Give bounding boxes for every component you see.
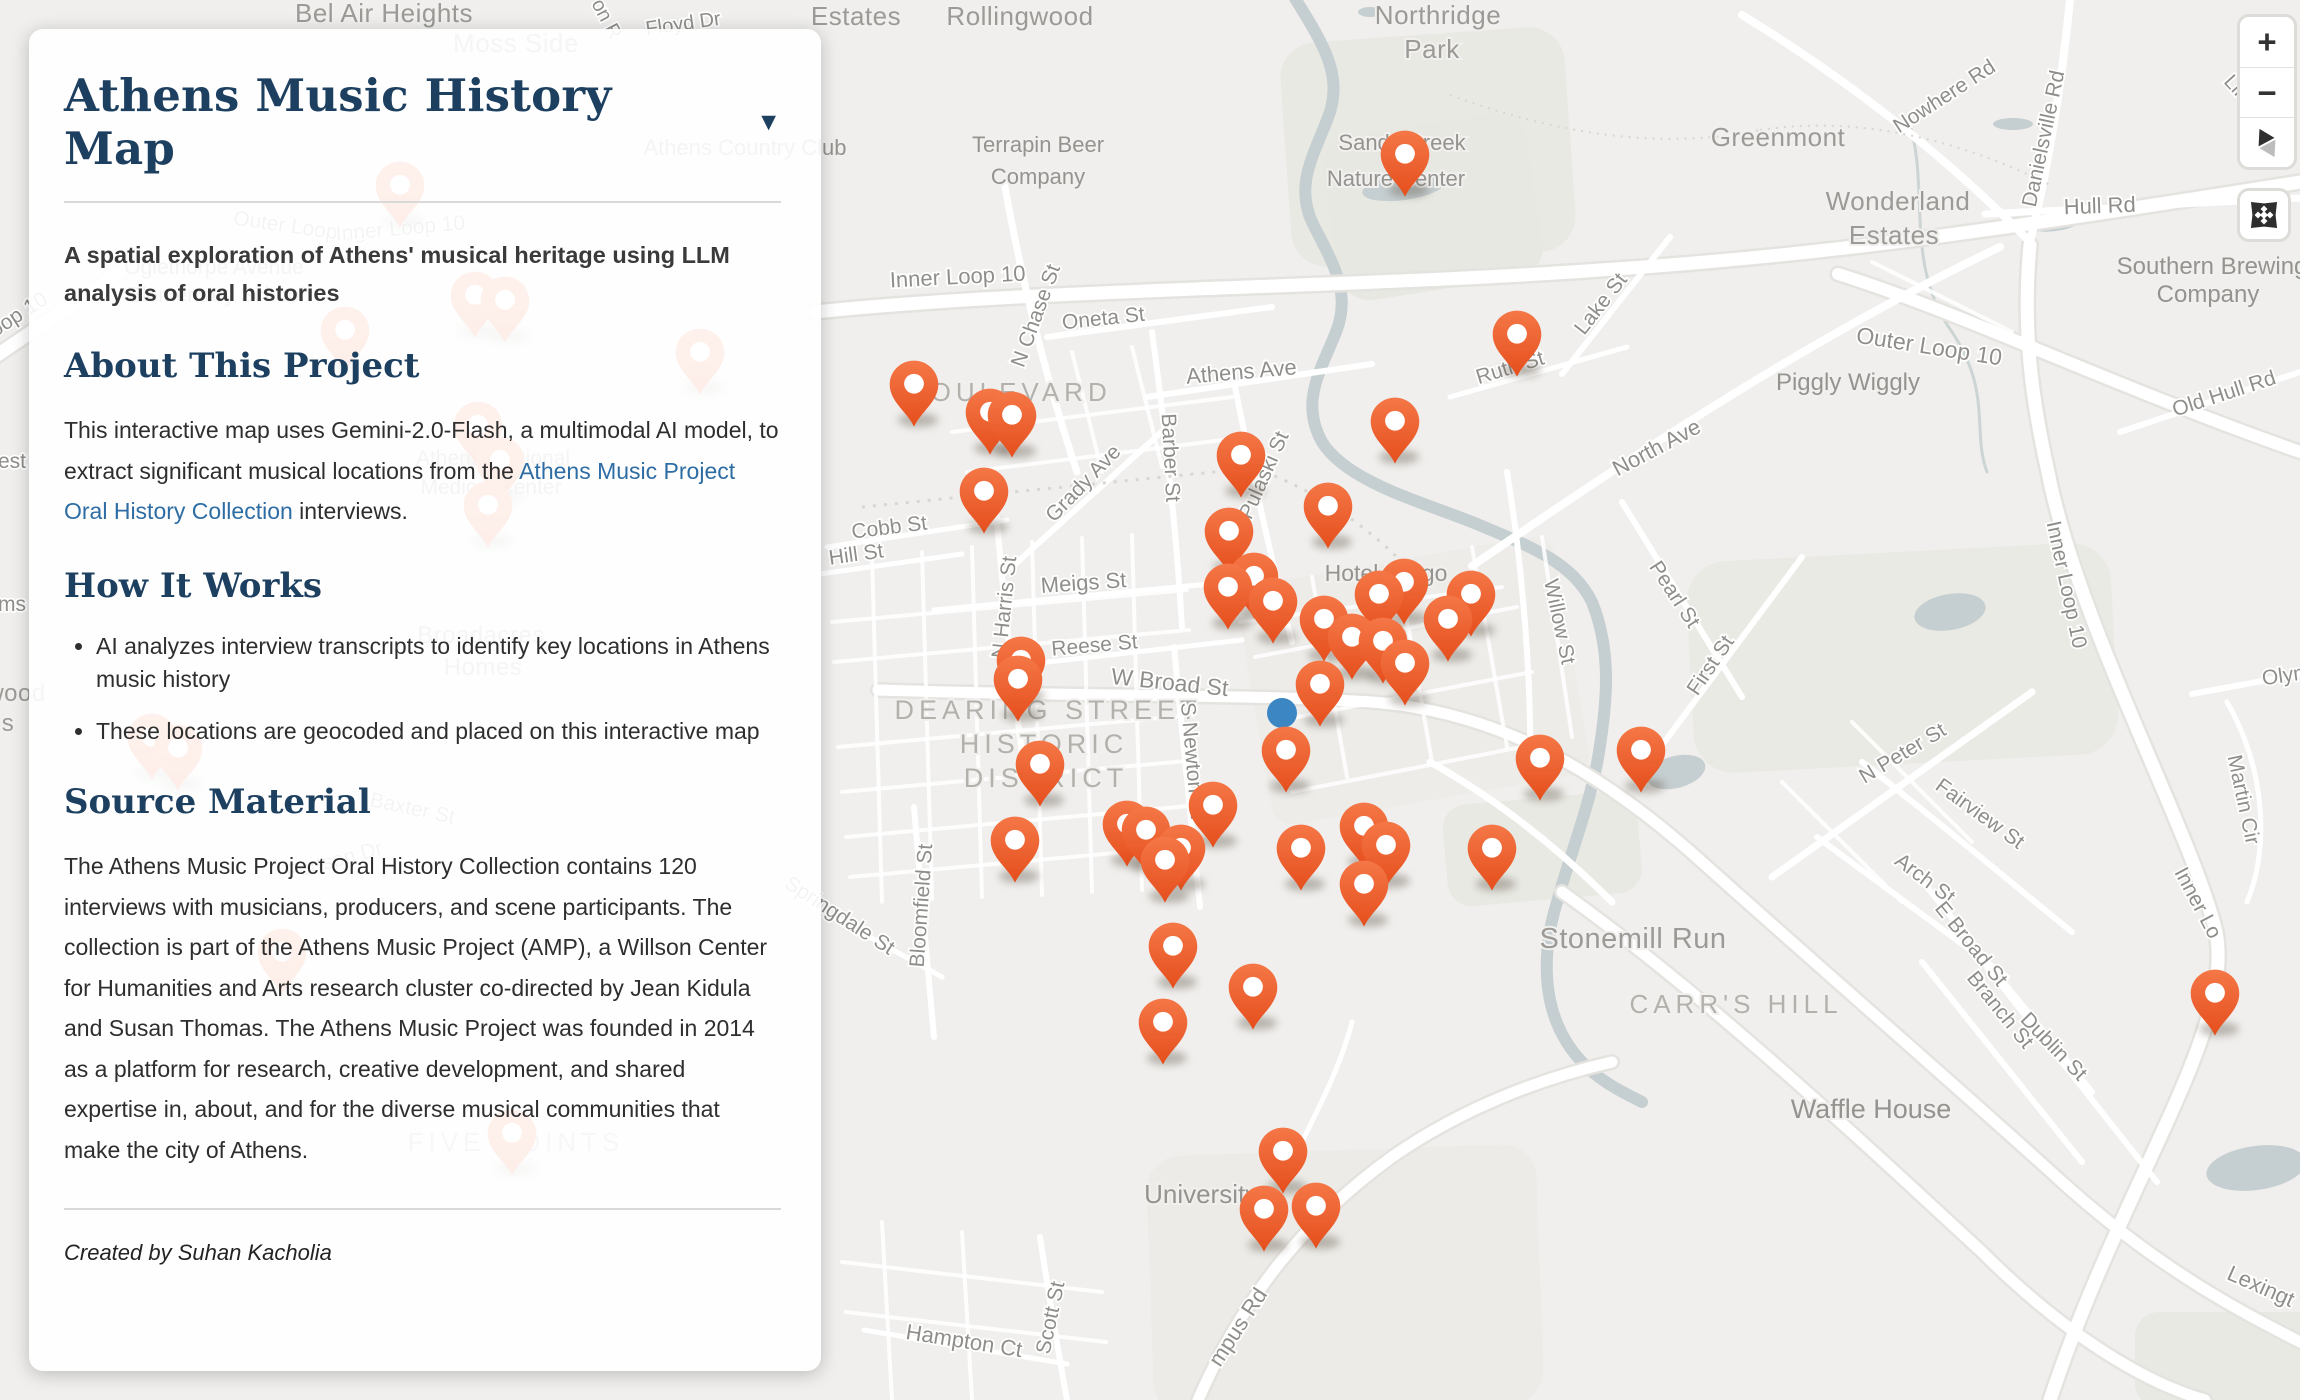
map-label-poi: Terrapin Beer <box>972 132 1104 157</box>
map-label-area: Bel Air Heights <box>295 0 473 28</box>
about-paragraph: This interactive map uses Gemini-2.0-Fla… <box>64 410 781 531</box>
source-heading: Source Material <box>64 782 781 822</box>
map-marker[interactable] <box>1466 823 1518 891</box>
about-heading: About This Project <box>64 346 781 386</box>
map-label-area: s <box>2 710 15 737</box>
how-it-works-list: AI analyzes interview transcripts to ide… <box>64 630 781 749</box>
map-label-street: est <box>0 450 26 473</box>
map-marker[interactable] <box>958 466 1010 534</box>
map-marker[interactable] <box>1238 1184 1290 1252</box>
how-heading: How It Works <box>64 566 781 606</box>
map-marker[interactable] <box>989 815 1041 883</box>
map-marker[interactable] <box>1514 733 1566 801</box>
map-marker[interactable] <box>1379 129 1431 197</box>
credit-divider <box>64 1208 781 1210</box>
map-label-street: ms <box>0 593 26 616</box>
map-marker[interactable] <box>1369 396 1421 464</box>
map-label-area: Estates <box>1849 220 1939 250</box>
app-root: { "panel": { "title": "Athens Music Hist… <box>0 0 2300 1400</box>
map-marker[interactable] <box>1137 997 1189 1065</box>
map-marker[interactable] <box>1290 1181 1342 1249</box>
map-marker[interactable] <box>986 390 1038 458</box>
map-marker[interactable] <box>1260 725 1312 793</box>
map-marker[interactable] <box>1139 835 1191 903</box>
map-label-district: CARR'S HILL <box>1629 989 1842 1019</box>
fullscreen-button[interactable] <box>2237 188 2291 242</box>
map-label-area: Wonderland <box>1826 186 1971 216</box>
map-marker[interactable] <box>1014 739 1066 807</box>
map-label-poi: Waffle House <box>1791 1094 1952 1124</box>
map-label-area: Rollingwood <box>946 1 1093 31</box>
page-title: Athens Music History Map <box>64 69 716 175</box>
map-label-district: DEARING STREET <box>894 695 1201 725</box>
map-label-area: Stonemill Run <box>1539 923 1726 955</box>
map-zoom-controls: + − <box>2237 14 2297 170</box>
map-label-poi: Southern Brewing <box>2117 253 2300 280</box>
map-marker[interactable] <box>1275 823 1327 891</box>
map-label-street: Hull Rd <box>2063 192 2136 220</box>
panel-header: Athens Music History Map ▼ <box>64 69 781 175</box>
info-panel: Athens Music History Map ▼ A spatial exp… <box>29 29 821 1371</box>
zoom-out-button[interactable]: − <box>2240 67 2294 117</box>
map-marker[interactable] <box>1615 725 1667 793</box>
panel-subtitle: A spatial exploration of Athens' musical… <box>64 237 781 312</box>
minus-icon: − <box>2257 74 2276 112</box>
map-marker[interactable] <box>1302 481 1354 549</box>
compass-button[interactable] <box>2240 117 2294 167</box>
map-marker[interactable] <box>1147 921 1199 989</box>
map-marker[interactable] <box>1227 962 1279 1030</box>
how-bullet-1: AI analyzes interview transcripts to ide… <box>96 630 781 697</box>
map-marker[interactable] <box>1294 659 1346 727</box>
about-text-after-link: interviews. <box>293 498 408 524</box>
zoom-in-button[interactable]: + <box>2240 17 2294 67</box>
map-marker[interactable] <box>1491 309 1543 377</box>
compass-needle-icon <box>2252 124 2283 161</box>
map-marker[interactable] <box>1379 638 1431 706</box>
map-label-poi: Piggly Wiggly <box>1776 369 1920 396</box>
plus-icon: + <box>2257 23 2276 61</box>
map-label-area: Park <box>1404 34 1460 64</box>
map-label-area: Estates <box>811 1 901 31</box>
map-label-area: Greenmont <box>1711 122 1846 152</box>
map-label-street: Barber St <box>1157 413 1185 503</box>
map-label-poi: Company <box>991 164 1085 189</box>
collapse-caret-icon[interactable]: ▼ <box>756 110 781 135</box>
how-bullet-2: These locations are geocoded and placed … <box>96 715 781 749</box>
map-label-poi: Company <box>2157 281 2260 308</box>
map-marker[interactable] <box>992 654 1044 722</box>
expand-arrows-icon <box>2247 198 2281 232</box>
map-marker[interactable] <box>2189 968 2241 1036</box>
map-marker[interactable] <box>1338 859 1390 927</box>
source-paragraph: The Athens Music Project Oral History Co… <box>64 846 781 1170</box>
credit-line: Created by Suhan Kacholia <box>64 1240 781 1266</box>
map-marker[interactable] <box>888 359 940 427</box>
map-marker[interactable] <box>1215 430 1267 498</box>
map-marker[interactable] <box>1247 576 1299 644</box>
title-divider <box>64 201 781 203</box>
map-label-area: Northridge <box>1375 0 1501 30</box>
